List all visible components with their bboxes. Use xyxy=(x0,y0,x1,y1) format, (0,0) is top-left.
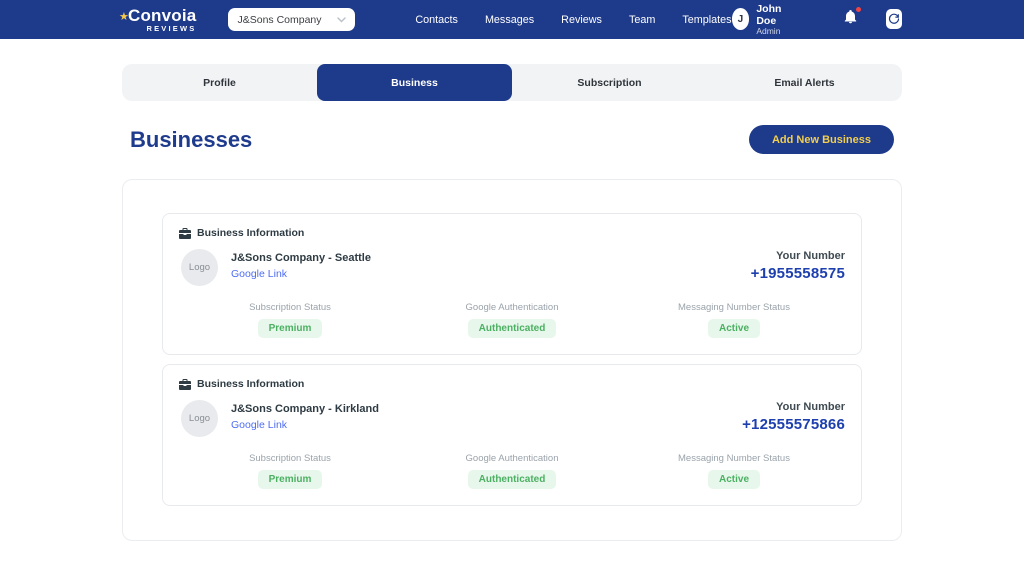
stat-google-authentication: Google Authentication Authenticated xyxy=(401,453,623,489)
briefcase-icon xyxy=(179,379,191,390)
nav-link-contacts[interactable]: Contacts xyxy=(415,14,458,26)
google-link[interactable]: Google Link xyxy=(231,268,287,280)
bell-icon xyxy=(843,9,858,25)
section-title: Business Information xyxy=(197,378,304,390)
chevron-down-icon xyxy=(337,17,346,23)
main-navigation: Contacts Messages Reviews Team Templates xyxy=(415,14,731,26)
logout-icon xyxy=(888,13,900,25)
avatar[interactable]: J xyxy=(732,8,750,30)
briefcase-icon xyxy=(179,228,191,239)
nav-link-reviews[interactable]: Reviews xyxy=(561,14,602,26)
google-link[interactable]: Google Link xyxy=(231,419,287,431)
businesses-panel: Business Information Logo J&Sons Company… xyxy=(122,179,902,541)
user-info[interactable]: John Doe Admin xyxy=(756,3,795,37)
status-badge: Authenticated xyxy=(468,470,557,489)
stat-label: Subscription Status xyxy=(249,302,331,313)
brand-subtitle: REVIEWS xyxy=(128,25,196,33)
status-badge: Premium xyxy=(258,319,323,338)
stat-subscription-status: Subscription Status Premium xyxy=(179,302,401,338)
your-number-label: Your Number xyxy=(751,250,845,262)
notifications-button[interactable] xyxy=(843,9,858,30)
star-icon: ★ xyxy=(119,10,129,23)
status-badge: Active xyxy=(708,470,760,489)
company-selector[interactable]: J&Sons Company xyxy=(228,8,355,31)
main-content: Profile Business Subscription Email Aler… xyxy=(122,64,902,541)
settings-tabs: Profile Business Subscription Email Aler… xyxy=(122,64,902,101)
business-logo: Logo xyxy=(181,249,218,286)
stat-label: Google Authentication xyxy=(466,302,559,313)
page-title: Businesses xyxy=(130,127,252,153)
user-role: Admin xyxy=(756,27,795,37)
business-name: J&Sons Company - Kirkland xyxy=(231,403,379,415)
status-badge: Authenticated xyxy=(468,319,557,338)
top-navbar: ★ Convoia REVIEWS J&Sons Company Contact… xyxy=(0,0,1024,39)
brand-logo[interactable]: ★ Convoia REVIEWS xyxy=(122,7,196,33)
user-name: John Doe xyxy=(756,3,795,27)
tab-subscription[interactable]: Subscription xyxy=(512,64,707,101)
phone-number: +1955558575 xyxy=(751,265,845,282)
business-logo: Logo xyxy=(181,400,218,437)
business-card: Business Information Logo J&Sons Company… xyxy=(162,364,862,506)
stat-label: Messaging Number Status xyxy=(678,453,790,464)
logo-placeholder: Logo xyxy=(189,262,210,273)
tab-email-alerts[interactable]: Email Alerts xyxy=(707,64,902,101)
logo-placeholder: Logo xyxy=(189,413,210,424)
phone-number: +12555575866 xyxy=(742,416,845,433)
section-title: Business Information xyxy=(197,227,304,239)
status-badge: Active xyxy=(708,319,760,338)
brand-name: Convoia xyxy=(128,7,196,24)
nav-link-messages[interactable]: Messages xyxy=(485,14,534,26)
tab-business[interactable]: Business xyxy=(317,64,512,101)
status-badge: Premium xyxy=(258,470,323,489)
notification-dot xyxy=(856,7,861,12)
nav-link-templates[interactable]: Templates xyxy=(682,14,731,26)
tab-profile[interactable]: Profile xyxy=(122,64,317,101)
stat-label: Messaging Number Status xyxy=(678,302,790,313)
your-number-label: Your Number xyxy=(742,401,845,413)
stat-label: Google Authentication xyxy=(466,453,559,464)
stat-messaging-number-status: Messaging Number Status Active xyxy=(623,302,845,338)
stat-label: Subscription Status xyxy=(249,453,331,464)
stat-messaging-number-status: Messaging Number Status Active xyxy=(623,453,845,489)
business-card: Business Information Logo J&Sons Company… xyxy=(162,213,862,355)
nav-link-team[interactable]: Team xyxy=(629,14,655,26)
company-selector-value: J&Sons Company xyxy=(237,14,321,26)
business-name: J&Sons Company - Seattle xyxy=(231,252,371,264)
stat-google-authentication: Google Authentication Authenticated xyxy=(401,302,623,338)
add-new-business-button[interactable]: Add New Business xyxy=(749,125,894,154)
logout-button[interactable] xyxy=(886,9,902,29)
stat-subscription-status: Subscription Status Premium xyxy=(179,453,401,489)
